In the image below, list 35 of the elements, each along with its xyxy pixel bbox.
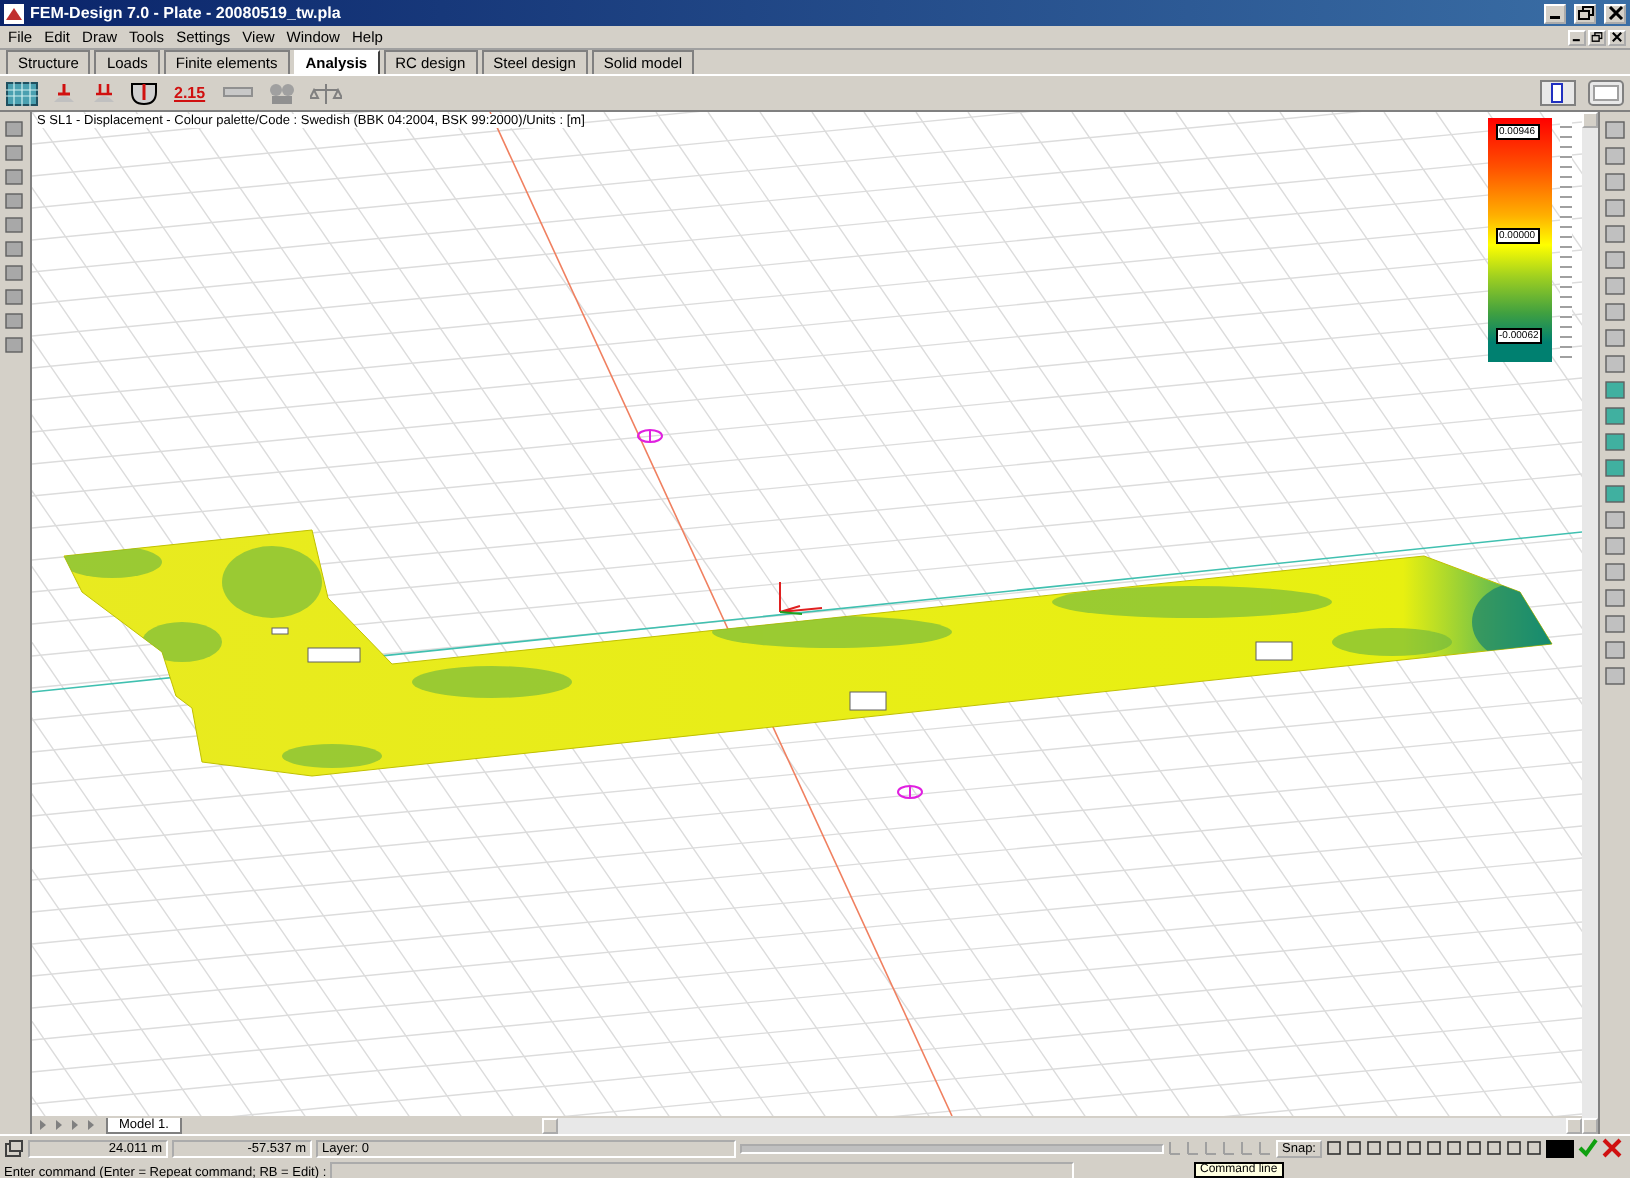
scale-icon[interactable] bbox=[309, 81, 342, 105]
app-logo-icon bbox=[4, 3, 24, 23]
snap-mode-icon[interactable] bbox=[1168, 1140, 1182, 1156]
snap-mode-icon[interactable] bbox=[1258, 1140, 1272, 1156]
load-arrow-icon[interactable] bbox=[50, 81, 78, 105]
close-icon bbox=[1607, 6, 1623, 20]
check-icon[interactable] bbox=[1578, 1138, 1598, 1158]
window-title: FEM-Design 7.0 - Plate - 20080519_tw.pla bbox=[30, 4, 343, 22]
window-icon[interactable] bbox=[1588, 80, 1624, 106]
camera-icon[interactable] bbox=[265, 81, 298, 105]
snap-mode-icon[interactable] bbox=[1186, 1140, 1200, 1156]
snap-mode-icon[interactable] bbox=[1222, 1140, 1236, 1156]
result-value-button[interactable]: 2.15 bbox=[170, 84, 210, 102]
restore-button[interactable] bbox=[1574, 3, 1596, 23]
close-button[interactable] bbox=[1604, 3, 1626, 23]
slider-track[interactable] bbox=[740, 1143, 1164, 1153]
close-button[interactable] bbox=[1608, 29, 1626, 45]
support-symbol-icon bbox=[636, 429, 663, 443]
minimize-button[interactable] bbox=[1544, 3, 1566, 23]
command-input[interactable] bbox=[330, 1162, 1075, 1178]
snap-mode-icon[interactable] bbox=[1204, 1140, 1218, 1156]
coordinate-axes-icon bbox=[778, 581, 823, 615]
double-arrow-icon[interactable] bbox=[90, 81, 118, 105]
table-icon[interactable] bbox=[6, 81, 38, 105]
shield-icon[interactable] bbox=[130, 81, 158, 105]
support-symbol-icon bbox=[896, 785, 923, 799]
window-icon[interactable] bbox=[4, 1139, 24, 1157]
document-icon[interactable] bbox=[1540, 80, 1576, 106]
close-icon[interactable] bbox=[1602, 1138, 1622, 1158]
colour-swatch[interactable] bbox=[1546, 1139, 1574, 1157]
snap-mode-icon[interactable] bbox=[1240, 1140, 1254, 1156]
close-icon bbox=[1611, 31, 1623, 43]
horizontal-scrollbar[interactable] bbox=[542, 1117, 1582, 1133]
minimize-button[interactable] bbox=[1568, 29, 1586, 45]
restore-button[interactable] bbox=[1588, 29, 1606, 45]
